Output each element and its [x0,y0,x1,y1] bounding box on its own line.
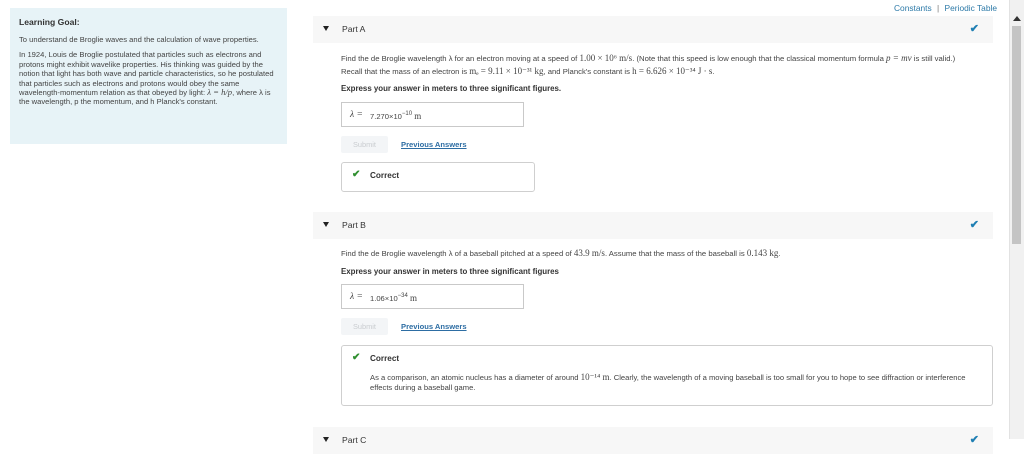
baseball-speed: 43.9 m/s [573,248,605,258]
part-a-result: Correct [370,171,400,180]
part-a-complete-check-icon: ✔ [969,23,979,35]
correct-check-icon: ✔ [352,352,361,363]
part-a-submit-button[interactable]: Submit [341,136,388,153]
part-a-question-text-2: . (Note that this speed is low enough th… [632,54,884,63]
part-b-note-text-1: As a comparison, an atomic nucleus has a… [370,373,579,382]
part-c-complete-check-icon: ✔ [969,434,979,446]
learning-goal-title: Learning Goal: [19,17,80,27]
part-b-question-text-2: . Assume that the mass of the baseball i… [604,249,745,258]
part-a-question: Find the de Broglie wavelength λ for an … [341,52,971,78]
lambda-symbol: λ = [350,110,363,120]
part-a-question-text-4: , and Planck's constant is [543,67,630,76]
part-c-label: Part C [342,435,367,445]
collapse-caret-icon[interactable] [323,26,329,31]
part-b-answer-unit: m [409,293,417,303]
part-b-answer-exponent: −34 [397,293,408,299]
nucleus-diameter: 10⁻¹⁴ m [580,372,610,382]
part-a-answer-unit: m [414,111,422,121]
part-b-complete-check-icon: ✔ [969,219,979,231]
part-a-answer-field[interactable]: λ = 7.270×10−10 m [341,102,524,127]
part-a-question-text-5: . [712,67,715,76]
part-a-speed: 1.00 × 10⁶ m/s [579,53,633,63]
part-b-answer-value: 1.06×10−34 m [370,293,417,303]
part-c-header[interactable]: Part C ✔ [313,427,993,454]
part-a-answer-value: 7.270×10−10 m [370,111,421,121]
momentum-formula: p = mv [886,53,912,63]
link-separator: | [937,3,940,13]
part-a-feedback: ✔ Correct [341,162,535,192]
part-a-header[interactable]: Part A ✔ [313,16,993,43]
electron-mass: mₑ = 9.11 × 10⁻³¹ kg [469,66,544,76]
periodic-table-link[interactable]: Periodic Table [945,3,997,13]
planck-constant: h = 6.626 × 10⁻³⁴ J · s [632,66,713,76]
learning-goal-body: In 1924, Louis de Broglie postulated tha… [19,50,278,106]
part-b-previous-answers-link[interactable]: Previous Answers [401,322,467,331]
de-broglie-formula: λ = h/p [207,87,233,98]
collapse-caret-icon[interactable] [323,437,329,442]
constants-link[interactable]: Constants [894,3,932,13]
part-a-previous-answers-link[interactable]: Previous Answers [401,140,467,149]
part-a-answer-mantissa: 7.270×10 [370,112,402,121]
part-b-instruction: Express your answer in meters to three s… [341,267,559,276]
collapse-caret-icon[interactable] [323,222,329,227]
part-b-question-text-3: . [778,249,781,258]
baseball-mass: 0.143 kg [746,248,779,258]
scrollbar[interactable] [1009,0,1024,439]
part-a-question-text-1: Find the de Broglie wavelength λ for an … [341,54,578,63]
part-b-question-text-1: Find the de Broglie wavelength λ of a ba… [341,249,572,258]
part-b-submit-button[interactable]: Submit [341,318,388,335]
part-b-explanation: As a comparison, an atomic nucleus has a… [370,372,970,392]
part-b-result: Correct [370,354,400,363]
learning-goal-intro: To understand de Broglie waves and the c… [19,35,259,44]
part-b-feedback: ✔ Correct As a comparison, an atomic nuc… [341,345,993,406]
part-b-label: Part B [342,220,366,230]
scrollbar-thumb[interactable] [1012,26,1021,244]
part-a-instruction: Express your answer in meters to three s… [341,84,562,93]
part-b-header[interactable]: Part B ✔ [313,212,993,239]
part-a-label: Part A [342,24,366,34]
learning-goal-panel: Learning Goal: To understand de Broglie … [10,8,287,144]
part-b-answer-field[interactable]: λ = 1.06×10−34 m [341,284,524,309]
part-b-question: Find the de Broglie wavelength λ of a ba… [341,247,971,260]
scroll-up-arrow-icon[interactable] [1013,16,1021,21]
part-b-answer-mantissa: 1.06×10 [370,294,398,303]
part-a-answer-exponent: −10 [401,111,413,117]
correct-check-icon: ✔ [352,169,361,180]
top-links: Constants | Periodic Table [894,3,997,13]
lambda-symbol: λ = [350,292,363,302]
